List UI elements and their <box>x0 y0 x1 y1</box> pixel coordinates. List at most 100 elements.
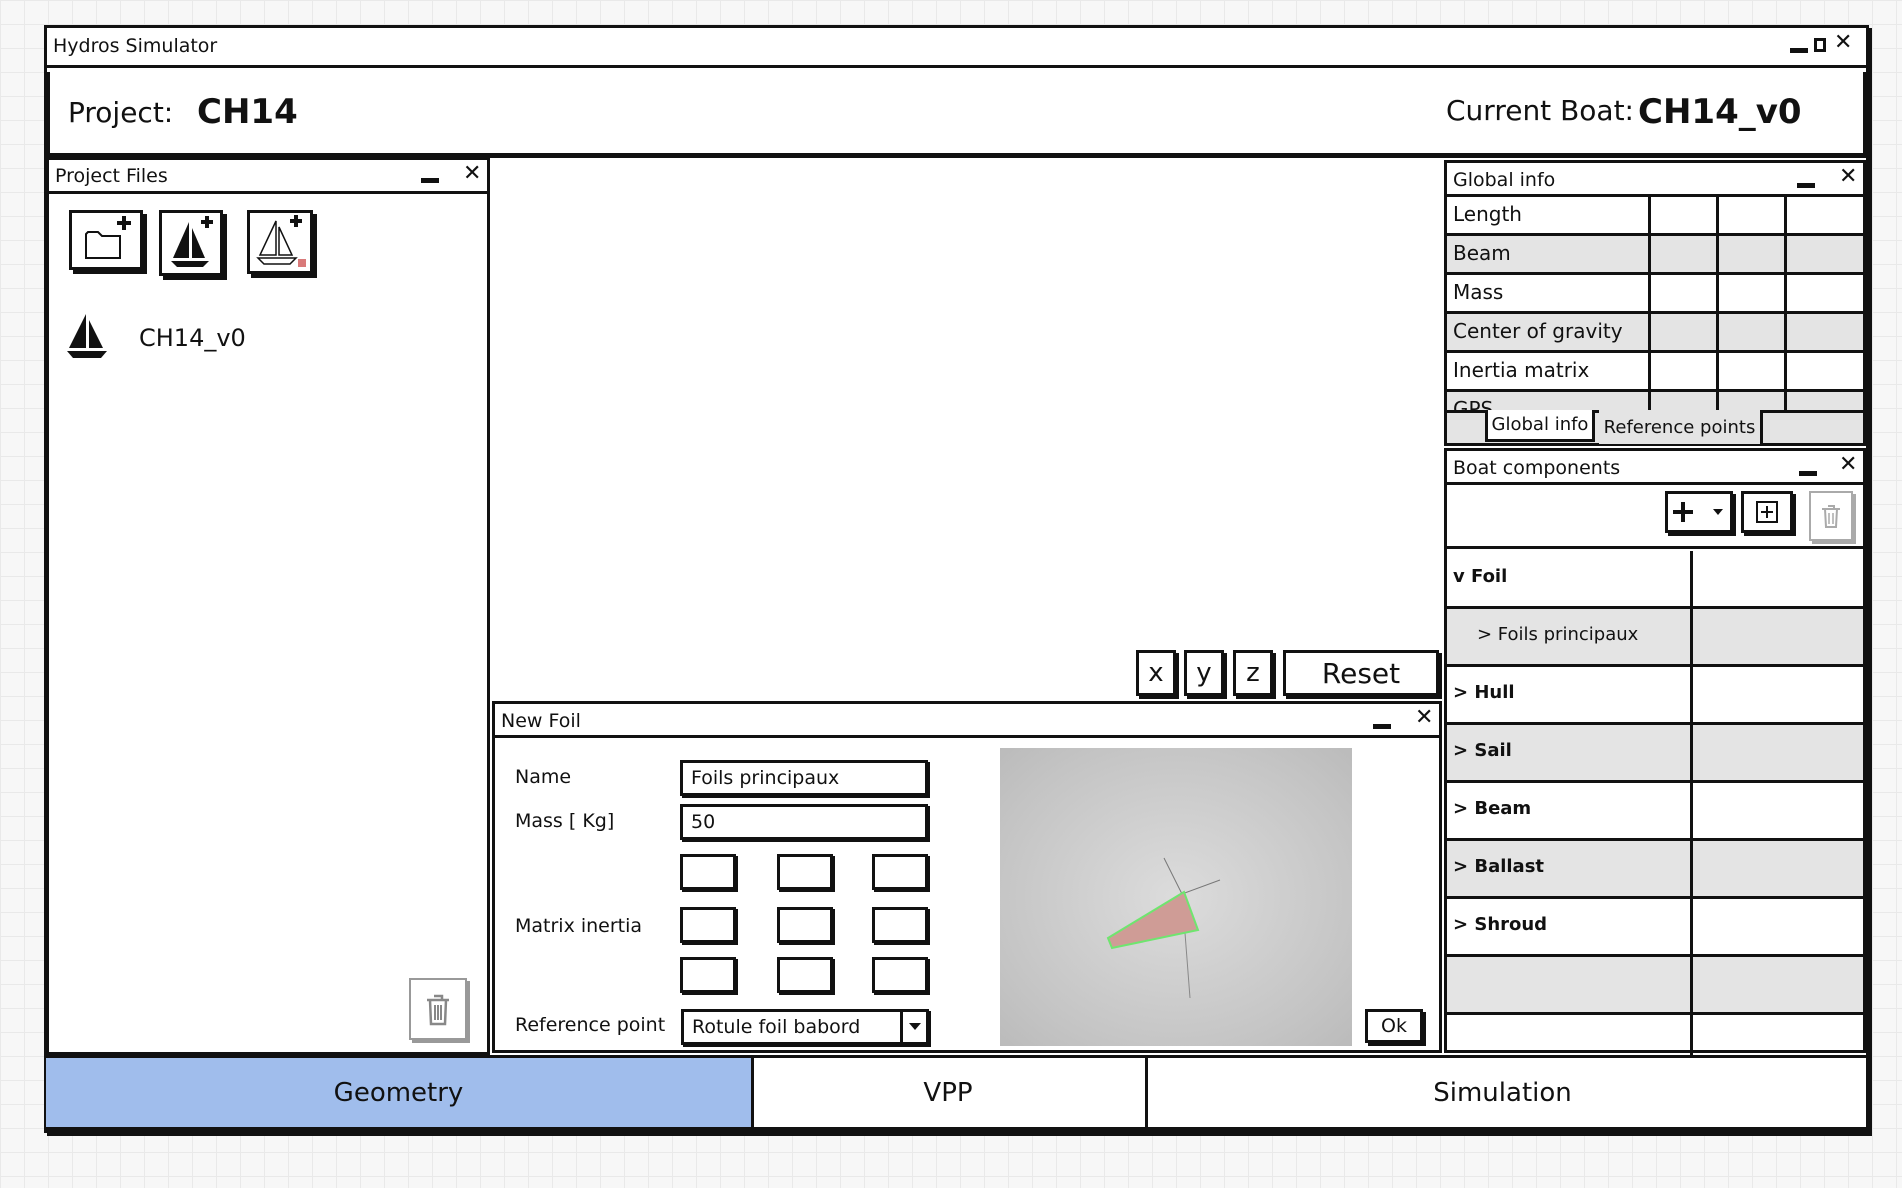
value-cell[interactable] <box>1651 275 1719 311</box>
tab-geometry[interactable]: Geometry <box>46 1058 754 1127</box>
global-info-table: Length Beam Mass Center of gravity Inert… <box>1447 197 1863 423</box>
window-controls: ✕ <box>1788 30 1858 60</box>
name-input[interactable]: Foils principaux <box>680 760 928 796</box>
new-foil-title: New Foil <box>501 710 581 732</box>
list-item[interactable]: v Foil <box>1447 551 1863 609</box>
list-item[interactable]: > Shroud <box>1447 899 1863 957</box>
global-info-panel: Global info ✕ Length Beam Mass Center of… <box>1444 160 1866 446</box>
value-cell[interactable] <box>1651 236 1719 272</box>
matrix-cell[interactable] <box>680 957 736 993</box>
value-cell[interactable] <box>1719 275 1787 311</box>
list-item <box>1447 957 1863 1015</box>
folder-add-icon <box>85 216 131 259</box>
list-item[interactable]: > Beam <box>1447 783 1863 841</box>
component-sail: > Sail <box>1447 725 1693 780</box>
axis-x-label: x <box>1148 658 1164 688</box>
mass-label: Mass [ Kg] <box>515 810 615 832</box>
matrix-cell[interactable] <box>872 957 928 993</box>
matrix-cell[interactable] <box>777 957 833 993</box>
value-cell[interactable] <box>1651 197 1719 233</box>
titlebar-divider <box>47 65 1866 68</box>
global-info-close-icon[interactable]: ✕ <box>1839 164 1857 189</box>
matrix-inertia-label: Matrix inertia <box>515 915 643 937</box>
matrix-cell[interactable] <box>680 907 736 943</box>
reset-button[interactable]: Reset <box>1283 650 1439 696</box>
tab-reference-points-label: Reference points <box>1603 416 1756 438</box>
tab-vpp-label: VPP <box>923 1077 973 1108</box>
window-titlebar: Hydros Simulator ✕ <box>47 28 1866 66</box>
add-boat-sketch-button[interactable] <box>247 210 313 274</box>
tab-global-info-label: Global info <box>1491 414 1589 435</box>
axis-x-button[interactable]: x <box>1136 650 1176 696</box>
tab-reference-points[interactable]: Reference points <box>1599 410 1763 444</box>
list-item[interactable]: > Ballast <box>1447 841 1863 899</box>
global-info-row: Mass <box>1447 275 1863 314</box>
minimize-icon[interactable] <box>1790 48 1808 53</box>
boat-components-title: Boat components <box>1453 457 1621 479</box>
global-info-row: Center of gravity <box>1447 314 1863 353</box>
ok-button[interactable]: Ok <box>1365 1009 1423 1043</box>
maximize-icon[interactable] <box>1814 38 1826 52</box>
matrix-cell[interactable] <box>872 907 928 943</box>
value-cell[interactable] <box>1719 197 1787 233</box>
mass-input[interactable]: 50 <box>680 804 928 840</box>
delete-component-button[interactable] <box>1809 491 1853 541</box>
axis-z-button[interactable]: z <box>1233 650 1273 696</box>
value-cell[interactable] <box>1651 353 1719 389</box>
close-icon[interactable]: ✕ <box>1834 30 1852 55</box>
axis-y-label: y <box>1196 658 1212 688</box>
global-info-titlebar: Global info ✕ <box>1447 163 1863 197</box>
global-info-row: Length <box>1447 197 1863 236</box>
tab-simulation[interactable]: Simulation <box>1145 1058 1860 1127</box>
plus-dropdown-icon <box>1673 502 1723 522</box>
matrix-cell[interactable] <box>777 907 833 943</box>
panel-close-icon[interactable]: ✕ <box>463 161 481 186</box>
project-file-item[interactable]: CH14_v0 <box>65 312 465 362</box>
matrix-cell[interactable] <box>680 854 736 890</box>
components-list: v Foil > Foils principaux > Hull > Sail … <box>1447 551 1863 1063</box>
project-header: Project: CH14 Current Boat: CH14_v0 <box>47 72 1866 156</box>
axis-y-button[interactable]: y <box>1184 650 1224 696</box>
add-subcomponent-button[interactable] <box>1741 491 1793 533</box>
add-folder-button[interactable] <box>69 210 143 270</box>
global-info-row: Inertia matrix <box>1447 353 1863 392</box>
value-cell[interactable] <box>1787 275 1855 311</box>
value-cell[interactable] <box>1651 314 1719 350</box>
project-files-title: Project Files <box>55 165 168 187</box>
global-info-minimize-icon[interactable] <box>1797 183 1815 188</box>
add-component-button[interactable] <box>1665 491 1733 533</box>
delete-file-button[interactable] <box>409 978 467 1040</box>
dialog-close-icon[interactable]: ✕ <box>1415 705 1433 730</box>
tab-global-info[interactable]: Global info <box>1485 410 1595 442</box>
components-close-icon[interactable]: ✕ <box>1839 452 1857 477</box>
tab-simulation-label: Simulation <box>1433 1077 1572 1108</box>
reference-point-label: Reference point <box>515 1014 666 1036</box>
3d-viewport[interactable] <box>492 158 1442 700</box>
panel-minimize-icon[interactable] <box>421 178 439 183</box>
value-cell[interactable] <box>1719 236 1787 272</box>
global-info-tabbar: Global info Reference points <box>1444 410 1866 446</box>
add-boat-button[interactable] <box>159 210 223 276</box>
components-minimize-icon[interactable] <box>1799 471 1817 476</box>
global-info-row-label: Center of gravity <box>1447 314 1651 350</box>
tab-vpp[interactable]: VPP <box>751 1058 1148 1127</box>
value-cell[interactable] <box>1787 236 1855 272</box>
dialog-minimize-icon[interactable] <box>1373 724 1391 729</box>
matrix-cell[interactable] <box>872 854 928 890</box>
reference-point-select[interactable]: Rotule foil babord <box>681 1009 929 1045</box>
value-cell[interactable] <box>1787 353 1855 389</box>
global-info-row-label: Mass <box>1447 275 1651 311</box>
value-cell[interactable] <box>1787 314 1855 350</box>
value-cell[interactable] <box>1719 353 1787 389</box>
list-item[interactable]: > Sail <box>1447 725 1863 783</box>
tab-geometry-label: Geometry <box>333 1077 464 1108</box>
foil-preview <box>1000 748 1352 1046</box>
value-cell[interactable] <box>1719 314 1787 350</box>
list-item[interactable]: > Hull <box>1447 667 1863 725</box>
boat-components-titlebar: Boat components ✕ <box>1447 451 1863 485</box>
component-ballast: > Ballast <box>1447 841 1693 896</box>
value-cell[interactable] <box>1787 197 1855 233</box>
dropdown-arrow-icon[interactable] <box>900 1012 926 1042</box>
list-item[interactable]: > Foils principaux <box>1447 609 1863 667</box>
matrix-cell[interactable] <box>777 854 833 890</box>
